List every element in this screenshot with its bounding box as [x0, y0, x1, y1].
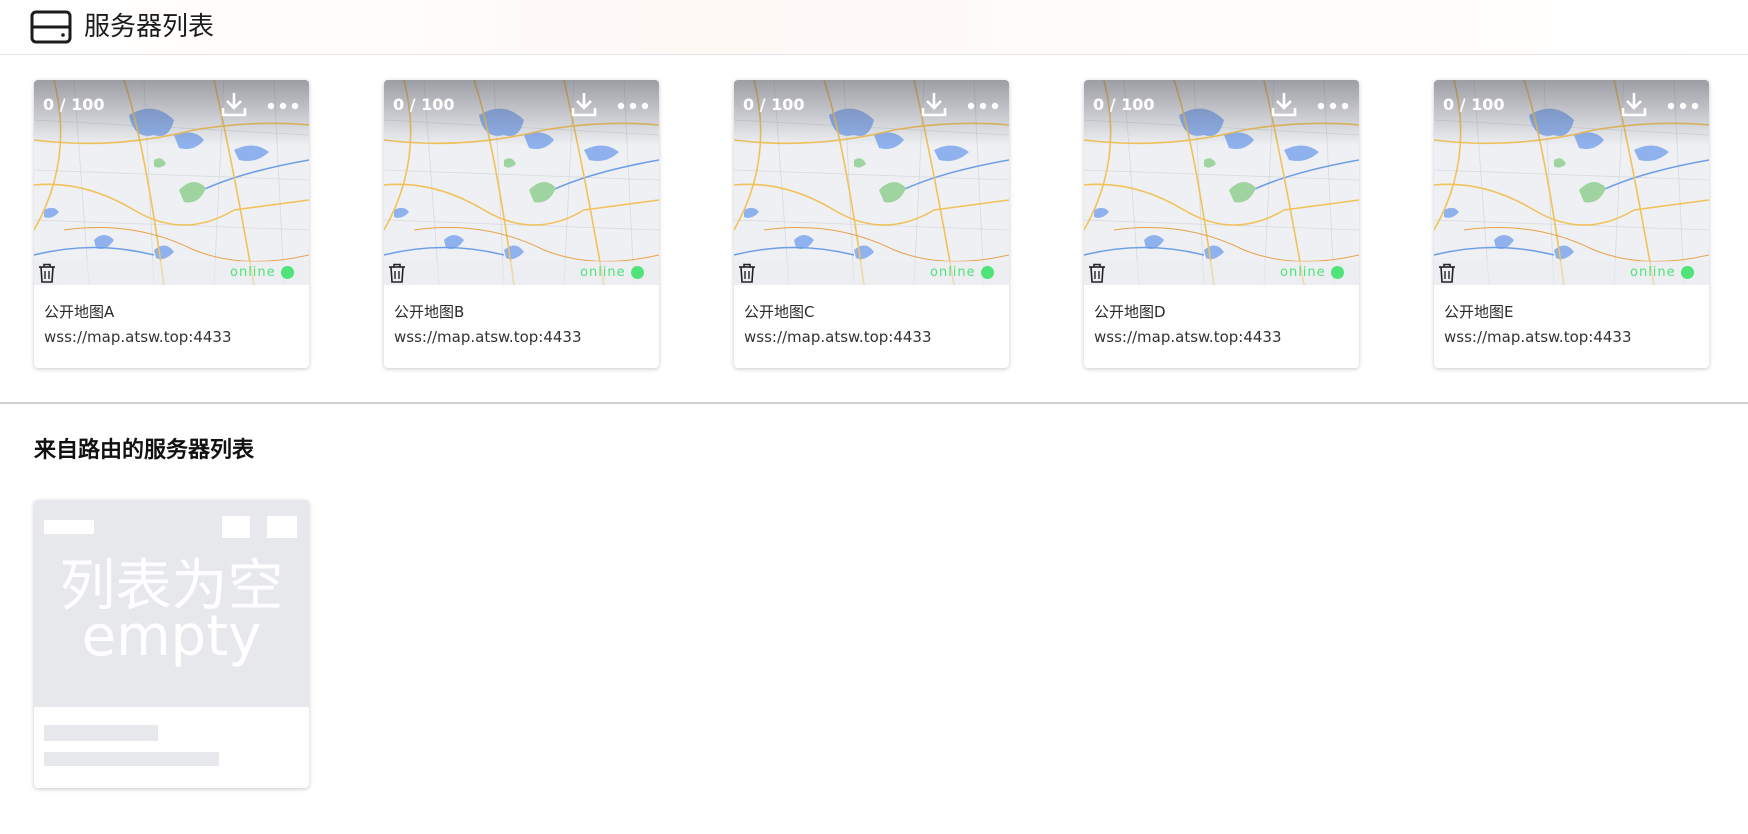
page-title: 服务器列表 [84, 12, 215, 42]
status-indicator [631, 266, 644, 279]
download-icon[interactable] [570, 90, 598, 118]
empty-placeholder-card: 列表为空 empty [34, 500, 309, 788]
empty-text: 列表为空 empty [34, 559, 309, 669]
status-text: online [1280, 265, 1326, 280]
server-url: wss://map.atsw.top:4433 [44, 328, 232, 346]
card-thumbnail[interactable]: 0 / 100 online [734, 80, 1009, 285]
player-count: 0 / 100 [1443, 95, 1505, 114]
trash-icon[interactable] [387, 262, 407, 284]
trash-icon[interactable] [1437, 262, 1457, 284]
server-name: 公开地图E [1444, 303, 1514, 321]
card-thumbnail[interactable]: 0 / 100 online [34, 80, 309, 285]
placeholder-url-bar [44, 752, 219, 766]
section-divider [0, 402, 1748, 404]
status-text: online [230, 265, 276, 280]
server-card[interactable]: 0 / 100 online 公开地图B wss://map.atsw.top:… [384, 80, 659, 368]
player-count: 0 / 100 [393, 95, 455, 114]
server-card[interactable]: 0 / 100 online 公开地图D wss://map.atsw.top:… [1084, 80, 1359, 368]
placeholder-count-bar [44, 520, 94, 534]
empty-text-en: empty [81, 604, 262, 669]
server-url: wss://map.atsw.top:4433 [394, 328, 582, 346]
status-text: online [580, 265, 626, 280]
server-url: wss://map.atsw.top:4433 [744, 328, 932, 346]
more-options-icon[interactable] [1317, 102, 1349, 110]
server-url: wss://map.atsw.top:4433 [1444, 328, 1632, 346]
route-section-title: 来自路由的服务器列表 [34, 438, 255, 463]
server-url: wss://map.atsw.top:4433 [1094, 328, 1282, 346]
trash-icon[interactable] [1087, 262, 1107, 284]
player-count: 0 / 100 [743, 95, 805, 114]
more-options-icon[interactable] [967, 102, 999, 110]
download-icon[interactable] [1620, 90, 1648, 118]
status-text: online [930, 265, 976, 280]
status-indicator [1681, 266, 1694, 279]
trash-icon[interactable] [737, 262, 757, 284]
status-indicator [281, 266, 294, 279]
placeholder-action-box [222, 516, 250, 538]
player-count: 0 / 100 [43, 95, 105, 114]
placeholder-action-box [267, 516, 297, 538]
download-icon[interactable] [220, 90, 248, 118]
server-card[interactable]: 0 / 100 online 公开地图C wss://map.atsw.top:… [734, 80, 1009, 368]
status-text: online [1630, 265, 1676, 280]
trash-icon[interactable] [37, 262, 57, 284]
server-name: 公开地图B [394, 303, 465, 321]
card-thumbnail[interactable]: 0 / 100 online [384, 80, 659, 285]
status-indicator [1331, 266, 1344, 279]
server-card[interactable]: 0 / 100 online 公开地图E wss://map.atsw.top:… [1434, 80, 1709, 368]
server-card[interactable]: 0 / 100 online 公开地图A wss://map.atsw.top:… [34, 80, 309, 368]
more-options-icon[interactable] [617, 102, 649, 110]
more-options-icon[interactable] [267, 102, 299, 110]
status-indicator [981, 266, 994, 279]
player-count: 0 / 100 [1093, 95, 1155, 114]
more-options-icon[interactable] [1667, 102, 1699, 110]
page-header: 服务器列表 [0, 0, 1748, 55]
download-icon[interactable] [1270, 90, 1298, 118]
card-thumbnail[interactable]: 0 / 100 online [1084, 80, 1359, 285]
server-icon [30, 10, 72, 44]
card-thumbnail[interactable]: 0 / 100 online [1434, 80, 1709, 285]
placeholder-name-bar [44, 725, 158, 741]
server-name: 公开地图D [1094, 303, 1166, 321]
server-name: 公开地图A [44, 303, 115, 321]
download-icon[interactable] [920, 90, 948, 118]
server-name: 公开地图C [744, 303, 815, 321]
